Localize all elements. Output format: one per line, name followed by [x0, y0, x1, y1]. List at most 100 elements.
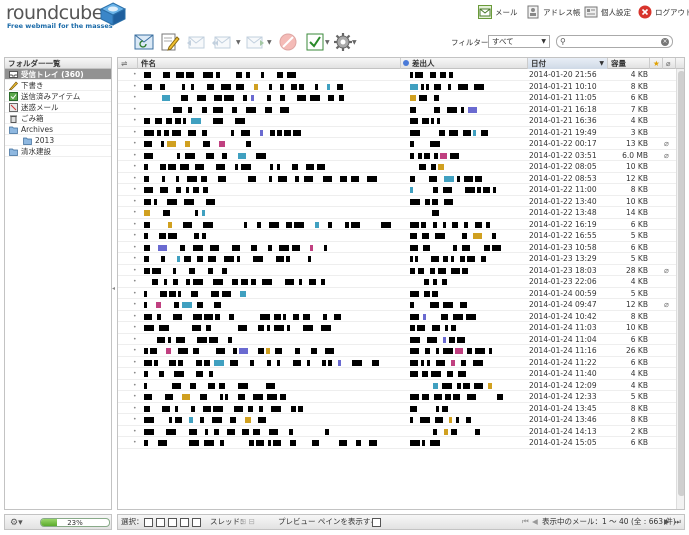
folder-item[interactable]: 下書き — [5, 80, 111, 91]
message-row[interactable]: • 2014-01-24 11:04 6 KB — [118, 334, 676, 346]
message-row[interactable]: • 2014-01-24 13:46 8 KB — [118, 414, 676, 426]
select-all-icon[interactable] — [144, 518, 153, 527]
reply-all-icon[interactable] — [212, 32, 232, 52]
message-row[interactable]: • 2014-01-21 16:18 7 KB — [118, 104, 676, 116]
message-row[interactable]: • 2014-01-24 11:40 4 KB — [118, 368, 676, 380]
mark-icon[interactable] — [305, 32, 325, 52]
status-dot-icon[interactable]: • — [133, 322, 137, 334]
message-row[interactable]: • 2014-01-23 22:06 4 KB — [118, 276, 676, 288]
message-row[interactable]: • 2014-01-22 11:00 8 KB — [118, 184, 676, 196]
scrollbar[interactable] — [676, 69, 684, 509]
first-page-icon[interactable]: ⏮ — [522, 515, 529, 529]
nav-settings[interactable]: 個人設定 — [584, 4, 631, 20]
status-dot-icon[interactable]: • — [133, 115, 137, 127]
thread-expand-icon[interactable]: ⊞ ⊟ — [240, 515, 255, 529]
message-row[interactable]: • 2014-01-24 09:47 12 KB ⌀ — [118, 299, 676, 311]
mark-dropdown-icon[interactable]: ▼ — [325, 39, 330, 46]
status-dot-icon[interactable]: • — [133, 253, 137, 265]
nav-address-book[interactable]: アドレス帳 — [526, 4, 581, 20]
status-dot-icon[interactable]: • — [133, 368, 137, 380]
status-dot-icon[interactable]: • — [133, 81, 137, 93]
reply-icon[interactable] — [186, 32, 206, 52]
nav-mail[interactable]: メール — [478, 4, 518, 20]
forward-icon[interactable] — [245, 32, 265, 52]
delete-icon[interactable] — [278, 32, 298, 52]
status-dot-icon[interactable]: • — [133, 276, 137, 288]
column-subject[interactable]: 件名 — [138, 58, 401, 69]
list-options-icon[interactable]: ⇌ — [118, 58, 138, 69]
search-input[interactable]: ⚲ × — [556, 35, 673, 48]
message-row[interactable]: • 2014-01-23 10:58 6 KB — [118, 242, 676, 253]
filter-select[interactable]: すべて ▼ — [488, 35, 550, 48]
status-dot-icon[interactable]: • — [133, 219, 137, 231]
message-row[interactable]: • 2014-01-24 00:59 5 KB — [118, 288, 676, 300]
compose-icon[interactable] — [160, 32, 180, 52]
message-row[interactable]: • 2014-01-23 18:03 28 KB ⌀ — [118, 265, 676, 277]
message-row[interactable]: • 2014-01-24 15:05 6 KB — [118, 437, 676, 449]
status-dot-icon[interactable]: • — [133, 207, 137, 219]
roundcube-logo[interactable]: roundcube Free webmail for the masses — [6, 2, 128, 30]
message-row[interactable]: • 2014-01-24 11:16 26 KB — [118, 345, 676, 357]
status-dot-icon[interactable]: • — [133, 138, 137, 150]
status-dot-icon[interactable]: • — [133, 357, 137, 369]
prev-page-icon[interactable]: ◀ — [532, 515, 538, 529]
message-row[interactable]: • 2014-01-24 11:03 10 KB — [118, 322, 676, 334]
folder-item[interactable]: 受信トレイ (360) — [5, 69, 111, 80]
attachment-column-icon[interactable]: ⌀ — [663, 58, 676, 69]
message-row[interactable]: • 2014-01-22 03:51 6.0 MB ⌀ — [118, 150, 676, 162]
status-dot-icon[interactable]: • — [133, 345, 137, 357]
status-dot-icon[interactable]: • — [133, 391, 137, 403]
status-dot-icon[interactable]: • — [133, 437, 137, 449]
status-dot-icon[interactable]: • — [133, 161, 137, 173]
message-row[interactable]: • 2014-01-22 00:17 13 KB ⌀ — [118, 138, 676, 150]
next-page-icon[interactable]: ▶ — [664, 515, 670, 529]
folder-item[interactable]: 送信済みアイテム — [5, 91, 111, 102]
message-row[interactable]: • 2014-01-21 10:10 8 KB — [118, 81, 676, 93]
message-row[interactable]: • 2014-01-24 14:13 2 KB — [118, 426, 676, 437]
column-date[interactable]: 日付 ▼ — [528, 58, 608, 69]
forward-dropdown-icon[interactable]: ▼ — [267, 39, 272, 46]
flag-column-star-icon[interactable]: ★ — [650, 58, 663, 69]
select-page-icon[interactable] — [156, 518, 165, 527]
status-dot-icon[interactable]: • — [133, 288, 137, 300]
message-row[interactable]: • 2014-01-24 11:22 6 KB — [118, 357, 676, 369]
folder-item[interactable]: 2013 — [5, 135, 111, 146]
status-dot-icon[interactable]: • — [133, 150, 137, 162]
more-dropdown-icon[interactable]: ▼ — [352, 39, 357, 46]
message-row[interactable]: • 2014-01-21 16:36 4 KB — [118, 115, 676, 127]
select-invert-icon[interactable] — [180, 518, 189, 527]
message-row[interactable]: • 2014-01-22 13:40 10 KB — [118, 196, 676, 207]
message-row[interactable]: • 2014-01-22 08:05 10 KB — [118, 161, 676, 173]
message-row[interactable]: • 2014-01-24 13:45 8 KB — [118, 403, 676, 415]
select-none-icon[interactable] — [192, 518, 201, 527]
status-dot-icon[interactable]: • — [133, 311, 137, 323]
last-page-icon[interactable]: ⏭ — [674, 515, 681, 529]
nav-logout[interactable]: ログアウト — [638, 4, 689, 20]
search-icon[interactable]: ⚲ — [560, 37, 566, 46]
status-dot-icon[interactable]: • — [133, 380, 137, 392]
message-row[interactable]: • 2014-01-24 10:42 8 KB — [118, 311, 676, 323]
message-row[interactable]: • 2014-01-24 12:09 4 KB — [118, 380, 676, 392]
message-row[interactable]: • 2014-01-22 16:19 6 KB — [118, 219, 676, 231]
message-row[interactable]: • 2014-01-21 19:49 3 KB — [118, 127, 676, 138]
preview-pane-checkbox[interactable] — [372, 518, 381, 527]
status-dot-icon[interactable]: • — [133, 104, 137, 116]
more-gear-icon[interactable] — [333, 32, 353, 52]
message-row[interactable]: • 2014-01-21 11:05 6 KB — [118, 92, 676, 104]
status-dot-icon[interactable]: • — [133, 265, 137, 277]
status-dot-icon[interactable]: • — [133, 184, 137, 196]
status-dot-icon[interactable]: • — [133, 69, 137, 81]
message-row[interactable]: • 2014-01-22 16:55 5 KB — [118, 230, 676, 242]
status-dot-icon[interactable]: • — [133, 414, 137, 426]
message-row[interactable]: • 2014-01-20 21:56 4 KB — [118, 69, 676, 81]
status-dot-icon[interactable]: • — [133, 299, 137, 311]
refresh-icon[interactable] — [134, 32, 154, 52]
select-unread-icon[interactable] — [168, 518, 177, 527]
status-dot-icon[interactable]: • — [133, 173, 137, 185]
splitter-handle-icon[interactable]: ◂ — [112, 285, 115, 292]
folder-item[interactable]: 迷惑メール — [5, 102, 111, 113]
status-dot-icon[interactable]: • — [133, 334, 137, 346]
status-dot-icon[interactable]: • — [133, 403, 137, 415]
folder-item[interactable]: 清水建設 — [5, 146, 111, 157]
message-row[interactable]: • 2014-01-22 08:53 12 KB — [118, 173, 676, 185]
